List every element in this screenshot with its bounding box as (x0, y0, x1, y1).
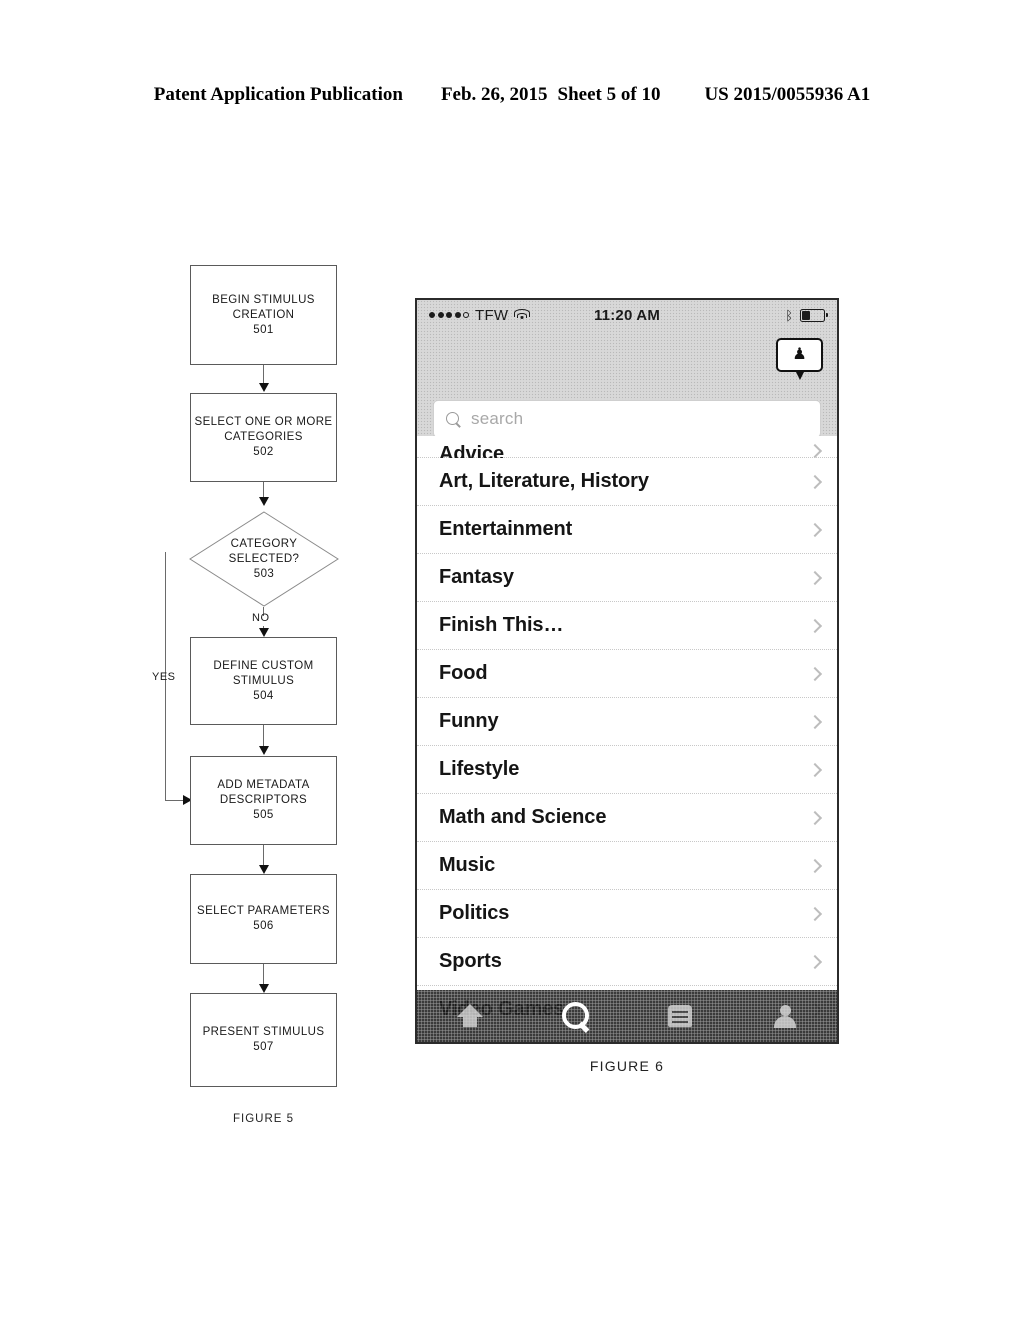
chevron-right-icon (809, 716, 821, 728)
list-item-label: Entertainment (439, 518, 573, 540)
home-icon (456, 1004, 483, 1028)
list-item-label: Funny (439, 710, 499, 732)
list-item-label: Sports (439, 950, 502, 972)
list-icon (667, 1004, 693, 1028)
list-item-label: Music (439, 854, 496, 876)
chevron-right-icon (809, 956, 821, 968)
list-item-label: Politics (439, 902, 510, 924)
tab-search[interactable] (522, 990, 627, 1042)
status-bar: TFW 11:20 AM ᛒ (417, 300, 837, 330)
chevron-right-icon (809, 572, 821, 584)
person-icon (772, 1004, 798, 1028)
list-item-sports[interactable]: Sports (417, 938, 837, 986)
status-bar-time: 11:20 AM (593, 306, 661, 324)
chevron-right-icon (809, 860, 821, 872)
list-item-music[interactable]: Music (417, 842, 837, 890)
tab-profile[interactable] (732, 990, 837, 1042)
search-input[interactable]: search (433, 400, 821, 438)
category-list[interactable]: Advice Art, Literature, History Entertai… (417, 436, 837, 1042)
list-item-label: Fantasy (439, 566, 514, 588)
list-item-label: Math and Science (439, 806, 607, 828)
battery-icon (800, 308, 828, 322)
tab-bar[interactable] (417, 990, 837, 1042)
chevron-right-icon (809, 524, 821, 536)
search-placeholder: search (471, 409, 524, 428)
list-item-label: Art, Literature, History (439, 470, 649, 492)
list-item-funny[interactable]: Funny (417, 698, 837, 746)
chevron-right-icon (809, 620, 821, 632)
tab-home[interactable] (417, 990, 522, 1042)
list-item-art-literature-history[interactable]: Art, Literature, History (417, 458, 837, 506)
person-callout-glyph: ♟ (792, 346, 807, 363)
list-item-lifestyle[interactable]: Lifestyle (417, 746, 837, 794)
search-header: ♟ search (417, 330, 837, 448)
chevron-right-icon (809, 764, 821, 776)
list-item-label: Food (439, 662, 488, 684)
search-icon (560, 1001, 590, 1033)
list-item-politics[interactable]: Politics (417, 890, 837, 938)
list-item-advice[interactable]: Advice (417, 436, 837, 465)
figure-6-caption: FIGURE 6 (589, 1058, 665, 1074)
search-icon (446, 411, 461, 428)
list-item-fantasy[interactable]: Fantasy (417, 554, 837, 602)
chevron-right-icon (809, 668, 821, 680)
chevron-right-icon (809, 476, 821, 488)
list-item-math-and-science[interactable]: Math and Science (417, 794, 837, 842)
tab-list[interactable] (627, 990, 732, 1042)
chevron-right-icon (809, 812, 821, 824)
list-item-food[interactable]: Food (417, 650, 837, 698)
chevron-right-icon (809, 908, 821, 920)
status-bar-right: ᛒ (785, 307, 828, 323)
list-item-finish-this[interactable]: Finish This… (417, 602, 837, 650)
list-item-label: Lifestyle (439, 758, 520, 780)
person-callout-icon[interactable]: ♟ (776, 338, 823, 380)
list-item-label: Finish This… (439, 614, 564, 636)
bluetooth-icon: ᛒ (785, 307, 793, 323)
figure-6-phone: TFW 11:20 AM ᛒ ♟ search Advice Art, Lite… (0, 0, 1024, 1320)
chevron-right-icon (809, 445, 821, 457)
list-item-entertainment[interactable]: Entertainment (417, 506, 837, 554)
phone-screen: TFW 11:20 AM ᛒ ♟ search Advice Art, Lite… (415, 298, 839, 1044)
